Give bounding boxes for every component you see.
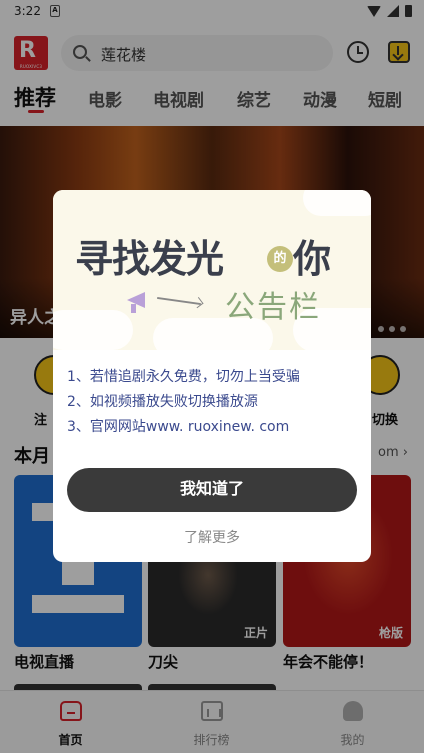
- notice-item: 2、如视频播放失败切换播放源: [67, 394, 258, 410]
- learn-more-link[interactable]: 了解更多: [53, 527, 371, 547]
- announcement-dialog: 寻找发光 的 你 公告栏 1、若惜追剧永久免费，切勿上当受骗 2、如视频播放失败…: [53, 190, 371, 562]
- dialog-subtitle: 公告栏: [225, 290, 321, 325]
- notice-list: 1、若惜追剧永久免费，切勿上当受骗 2、如视频播放失败切换播放源 3、官网网站w…: [67, 365, 367, 440]
- dialog-header: 寻找发光 的 你 公告栏: [53, 190, 371, 358]
- notice-item: 3、官网网站www. ruoxinew. com: [67, 419, 290, 435]
- arrow-icon: [157, 296, 201, 305]
- dialog-heading-de: 的: [267, 246, 293, 272]
- notice-item: 1、若惜追剧永久免费，切勿上当受骗: [67, 369, 300, 385]
- dialog-heading: 寻找发光: [75, 237, 224, 281]
- confirm-button[interactable]: 我知道了: [67, 468, 357, 512]
- megaphone-icon: [119, 290, 147, 313]
- dialog-heading-you: 你: [293, 237, 332, 281]
